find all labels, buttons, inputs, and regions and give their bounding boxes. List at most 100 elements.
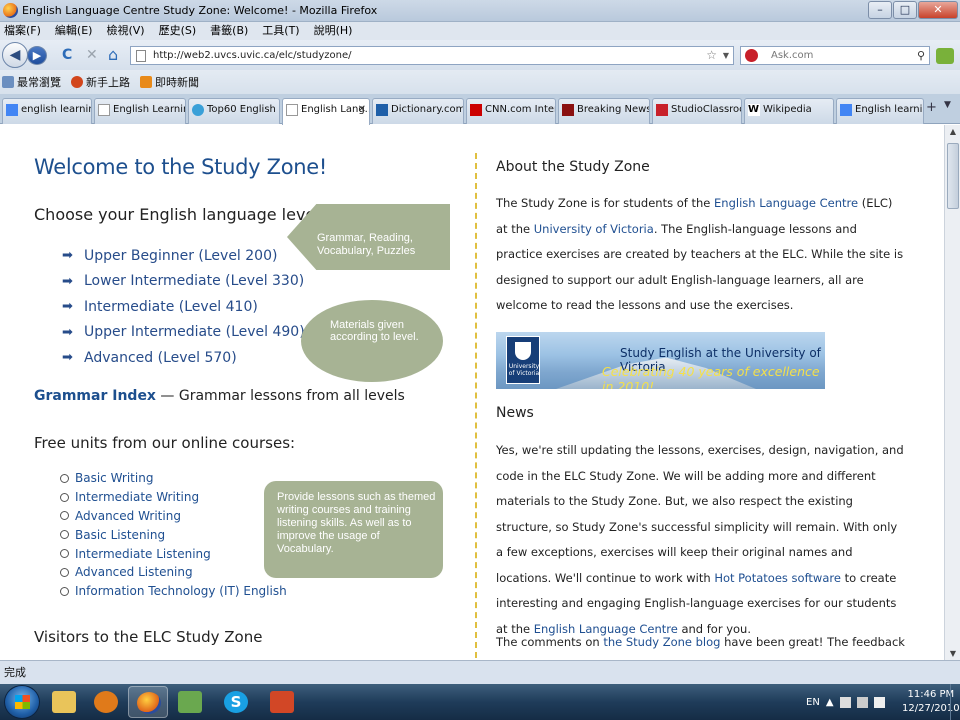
new-tab-icon[interactable]: + xyxy=(926,100,937,115)
scroll-down-icon[interactable]: ▼ xyxy=(945,649,960,658)
unit-label: Information Technology (IT) English xyxy=(75,584,287,599)
level-link-490[interactable]: ➡ Upper Intermediate (Level 490) xyxy=(62,320,305,346)
firefox-icon xyxy=(3,3,18,18)
tab-cnn[interactable]: CNN.com Intern... xyxy=(466,98,556,124)
taskbar-explorer[interactable] xyxy=(44,686,84,718)
menu-tools[interactable]: 工具(T) xyxy=(262,22,299,40)
taskbar-powerpoint[interactable] xyxy=(262,686,302,718)
addon-icon[interactable] xyxy=(936,48,954,64)
taskbar-network[interactable] xyxy=(170,686,210,718)
tab-english-learning-3[interactable]: English learning ... xyxy=(836,98,924,124)
url-dropdown-icon[interactable]: ▼ xyxy=(723,47,729,64)
unit-link-advanced-writing[interactable]: Advanced Writing xyxy=(60,507,287,526)
powerpoint-icon xyxy=(270,691,294,713)
bookmarks-toolbar: 最常瀏覽 新手上路 即時新聞 xyxy=(0,70,960,94)
minimize-button[interactable]: – xyxy=(868,1,892,19)
uvic-logo-text: University of Victoria xyxy=(508,363,540,377)
home-icon[interactable]: ⌂ xyxy=(108,47,118,63)
unit-link-intermediate-writing[interactable]: Intermediate Writing xyxy=(60,488,287,507)
url-bar[interactable]: http://web2.uvcs.uvic.ca/elc/studyzone/ … xyxy=(130,46,734,65)
tab-wikipedia[interactable]: W Wikipedia xyxy=(744,98,834,124)
tab-label: English learning ... xyxy=(855,104,923,115)
action-center-icon[interactable] xyxy=(839,696,851,708)
search-input[interactable]: Ask.com ⚲ xyxy=(740,46,930,65)
tray-expand-icon[interactable]: ▲ xyxy=(826,697,834,708)
taskbar-media-player[interactable] xyxy=(86,686,126,718)
navigation-toolbar: ◀ ▶ C ✕ ⌂ http://web2.uvcs.uvic.ca/elc/s… xyxy=(0,40,960,70)
firefox-icon xyxy=(71,76,83,88)
level-link-410[interactable]: ➡ Intermediate (Level 410) xyxy=(62,294,305,320)
level-link-570[interactable]: ➡ Advanced (Level 570) xyxy=(62,345,305,371)
bookmark-getting-started[interactable]: 新手上路 xyxy=(71,74,130,90)
forward-button[interactable]: ▶ xyxy=(27,46,47,65)
wikipedia-icon: W xyxy=(748,104,760,116)
arrow-right-icon: ➡ xyxy=(62,350,73,366)
close-button[interactable]: ✕ xyxy=(918,1,958,19)
page-icon xyxy=(136,50,146,62)
page-icon xyxy=(98,104,110,116)
tab-list-icon[interactable]: ▼ xyxy=(944,100,951,110)
level-link-330[interactable]: ➡ Lower Intermediate (Level 330) xyxy=(62,269,305,295)
start-button[interactable] xyxy=(4,685,40,719)
bookmark-star-icon[interactable]: ☆ xyxy=(706,47,717,64)
elc-link[interactable]: English Language Centre xyxy=(714,196,858,210)
visitors-heading: Visitors to the ELC Study Zone xyxy=(34,628,263,646)
free-units-list: Basic Writing Intermediate Writing Advan… xyxy=(60,469,287,601)
vertical-scrollbar[interactable]: ▲ ▼ xyxy=(944,125,960,660)
tab-english-learning-2[interactable]: English Learning ... xyxy=(94,98,186,124)
scroll-up-icon[interactable]: ▲ xyxy=(945,127,960,136)
unit-link-basic-listening[interactable]: Basic Listening xyxy=(60,525,287,544)
menu-file[interactable]: 檔案(F) xyxy=(4,22,41,40)
bookmark-most-visited[interactable]: 最常瀏覽 xyxy=(2,74,61,90)
search-icon[interactable]: ⚲ xyxy=(917,47,925,64)
grammar-index-line: Grammar Index — Grammar lessons from all… xyxy=(34,388,405,404)
tab-breaking-news[interactable]: Breaking News, ... xyxy=(558,98,650,124)
volume-icon[interactable] xyxy=(873,696,885,708)
menu-edit[interactable]: 編輯(E) xyxy=(55,22,93,40)
menu-bookmarks[interactable]: 書籤(B) xyxy=(210,22,248,40)
language-indicator[interactable]: EN xyxy=(806,697,820,708)
maximize-button[interactable]: □ xyxy=(893,1,917,19)
arrow-right-icon: ➡ xyxy=(62,273,73,289)
menu-view[interactable]: 檢視(V) xyxy=(106,22,144,40)
unit-link-it-english[interactable]: Information Technology (IT) English xyxy=(60,582,287,601)
back-button[interactable]: ◀ xyxy=(2,42,28,68)
grammar-index-link[interactable]: Grammar Index xyxy=(34,388,156,404)
bookmark-latest-headlines[interactable]: 即時新聞 xyxy=(140,74,199,90)
taskbar-skype[interactable]: S xyxy=(216,686,256,718)
show-desktop-button[interactable] xyxy=(950,684,960,720)
unit-link-advanced-listening[interactable]: Advanced Listening xyxy=(60,563,287,582)
tab-top60[interactable]: Top60 English L... xyxy=(188,98,280,124)
ask-logo-icon[interactable] xyxy=(745,49,758,62)
choose-level-heading: Choose your English language level: xyxy=(34,205,326,224)
bullet-icon xyxy=(60,586,69,596)
hot-potatoes-link[interactable]: Hot Potatoes software xyxy=(714,571,841,585)
shield-icon xyxy=(515,342,531,360)
tab-english-language-centre[interactable]: English Lang... ✕ xyxy=(282,98,370,125)
window-title: English Language Centre Study Zone: Welc… xyxy=(22,4,378,17)
stop-icon[interactable]: ✕ xyxy=(86,47,98,63)
tab-studioclassroom[interactable]: StudioClassroom... xyxy=(652,98,742,124)
taskbar-firefox[interactable] xyxy=(128,686,168,718)
bookmark-label: 新手上路 xyxy=(86,76,130,89)
tab-dictionary[interactable]: Dictionary.com xyxy=(372,98,464,124)
windows-logo-icon xyxy=(15,695,30,709)
scrollbar-thumb[interactable] xyxy=(947,143,959,209)
uvic-banner[interactable]: University of Victoria Study English at … xyxy=(496,332,825,389)
tab-label: CNN.com Intern... xyxy=(485,104,555,115)
window-controls: – □ ✕ xyxy=(868,1,958,19)
arrow-right-icon: ➡ xyxy=(62,248,73,264)
close-tab-icon[interactable]: ✕ xyxy=(358,99,366,121)
tab-english-learning-1[interactable]: english learning ... xyxy=(2,98,92,124)
menu-help[interactable]: 說明(H) xyxy=(314,22,353,40)
network-tray-icon[interactable] xyxy=(856,696,868,708)
unit-label: Intermediate Writing xyxy=(75,490,200,505)
unit-link-basic-writing[interactable]: Basic Writing xyxy=(60,469,287,488)
menu-history[interactable]: 歷史(S) xyxy=(159,22,197,40)
study-zone-blog-link[interactable]: the Study Zone blog xyxy=(603,635,720,649)
level-link-200[interactable]: ➡ Upper Beginner (Level 200) xyxy=(62,243,305,269)
page-title: Welcome to the Study Zone! xyxy=(34,155,328,179)
reload-icon[interactable]: C xyxy=(62,47,72,63)
unit-link-intermediate-listening[interactable]: Intermediate Listening xyxy=(60,544,287,563)
uvic-link[interactable]: University of Victoria xyxy=(534,222,654,236)
